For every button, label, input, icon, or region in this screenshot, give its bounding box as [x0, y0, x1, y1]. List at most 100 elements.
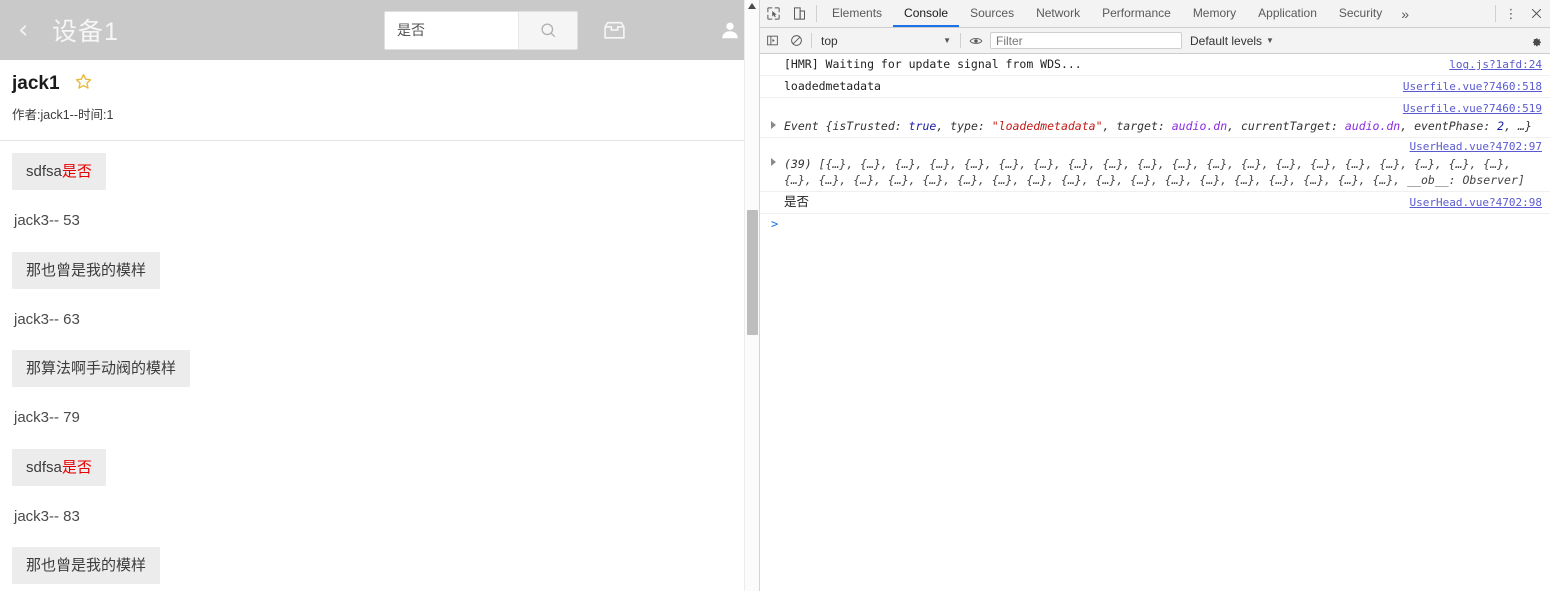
message-bubble: 那也曾是我的模样: [12, 547, 161, 585]
message-row: sdfsa是否: [12, 153, 759, 191]
inbox-button[interactable]: [602, 18, 627, 43]
device-toolbar-button[interactable]: [786, 0, 812, 27]
token-current-target: audio.dn: [1344, 119, 1401, 133]
console-source-link[interactable]: Userfile.vue?7460:518: [1403, 79, 1542, 94]
console-message: 是否 UserHead.vue?4702:98: [760, 192, 1550, 214]
live-expression-icon: [969, 37, 983, 44]
message-plain: jack3-- 83: [14, 507, 80, 525]
console-array-object: (39) [{…}, {…}, {…}, {…}, {…}, {…}, {…},…: [760, 141, 1544, 188]
execution-context-select[interactable]: top ▼: [815, 34, 957, 48]
log-levels-dropdown[interactable]: Default levels ▼: [1190, 34, 1274, 48]
console-message-text: 是否: [784, 195, 810, 209]
page-title: 设备1: [52, 18, 119, 46]
message-plain: jack3-- 53: [14, 212, 80, 230]
message-highlight: 是否: [61, 458, 92, 476]
console-message: [HMR] Waiting for update signal from WDS…: [760, 54, 1550, 76]
log-levels-label: Default levels: [1190, 33, 1263, 48]
devtools-tabbar-right: ⋮: [1491, 0, 1550, 27]
message-row: jack3-- 63: [12, 309, 759, 330]
console-message-text: loadedmetadata: [784, 79, 881, 93]
expand-triangle-icon[interactable]: [771, 121, 776, 129]
user-avatar-button[interactable]: [719, 19, 741, 41]
favorite-button[interactable]: [74, 72, 93, 95]
toolbar-divider-2: [1495, 5, 1496, 22]
more-vertical-icon[interactable]: ⋮: [1500, 0, 1522, 27]
console-output[interactable]: [HMR] Waiting for update signal from WDS…: [760, 54, 1550, 591]
tab-memory[interactable]: Memory: [1182, 0, 1247, 27]
inbox-icon: [604, 21, 625, 39]
toolbar-divider: [816, 5, 817, 22]
screen-root: ‹ 设备1 是否 jack1 作者:jack1--时间:1 sdfsa是否 ja…: [0, 0, 1550, 591]
app-header: ‹ 设备1: [0, 0, 759, 60]
token-target: audio.dn: [1171, 119, 1228, 133]
topic-name: jack1: [12, 72, 60, 94]
topic-meta: 作者:jack1--时间:1: [12, 108, 114, 122]
close-icon: [1531, 8, 1541, 19]
page-scrollbar[interactable]: [744, 0, 759, 591]
message-row: 那也曾是我的模样: [12, 251, 759, 289]
message-highlight: 是否: [61, 163, 92, 180]
execution-context-value: top: [821, 33, 838, 48]
message-row: jack3-- 53: [12, 210, 759, 231]
console-prompt[interactable]: >: [760, 214, 1550, 234]
chevron-left-icon[interactable]: ‹: [18, 17, 52, 43]
filterbar-divider-2: [960, 33, 961, 48]
message-list: sdfsa是否 jack3-- 53 那也曾是我的模样 jack3-- 63 那算法啊手…: [0, 141, 759, 585]
message-bubble: 那算法啊手动阀的模样: [12, 350, 191, 388]
tab-network[interactable]: Network: [1025, 0, 1091, 27]
chevron-down-icon-levels: ▼: [1266, 36, 1274, 45]
console-event-object: Event {isTrusted: true, type: "loadedmet…: [784, 119, 1532, 133]
console-source-link[interactable]: UserHead.vue?4702:98: [1410, 195, 1542, 210]
console-message-text: [HMR] Waiting for update signal from WDS…: [784, 57, 1082, 71]
message-plain: jack3-- 63: [14, 310, 80, 328]
devtools-tabbar: Elements Console Sources Network Performance…: [760, 0, 1550, 28]
message-row: jack3-- 83: [12, 506, 759, 527]
console-message: loadedmetadata Userfile.vue?7460:518: [760, 76, 1550, 98]
devtools-settings-button[interactable]: [1522, 34, 1550, 48]
message-bubble: sdfsa是否: [12, 448, 106, 486]
clear-console-icon: [790, 35, 802, 46]
console-source-link[interactable]: log.js?1afd:24: [1449, 57, 1542, 72]
token-event-phase: 2: [1497, 119, 1505, 133]
search-input[interactable]: [385, 11, 518, 49]
message-row: jack3-- 79: [12, 407, 759, 428]
scroll-up-arrow-icon[interactable]: [748, 3, 756, 9]
tab-security[interactable]: Security: [1328, 0, 1393, 27]
gear-icon: [1532, 37, 1541, 46]
message-bubble: sdfsa是否: [12, 153, 106, 191]
message-row: 那算法啊手动阀的模样: [12, 350, 759, 388]
topic-title-row: jack1: [12, 72, 759, 95]
search-button[interactable]: [518, 11, 577, 49]
tab-console[interactable]: Console: [893, 0, 960, 27]
chevron-double-right-icon[interactable]: »: [1393, 0, 1417, 27]
user-avatar-icon: [722, 22, 738, 39]
token-true: true: [908, 119, 937, 133]
scrollbar-thumb[interactable]: [747, 210, 758, 335]
message-bubble: 那也曾是我的模样: [12, 251, 161, 289]
star-icon: [75, 73, 91, 89]
console-message: UserHead.vue?4702:97 (39) [{…}, {…}, {…},…: [760, 138, 1550, 192]
message-row: 那也曾是我的模样: [12, 547, 759, 585]
tab-application[interactable]: Application: [1247, 0, 1328, 27]
chevron-down-icon: ▼: [943, 36, 951, 45]
console-source-link[interactable]: Userfile.vue?7460:519: [1403, 101, 1542, 116]
console-message: Event {isTrusted: true, type: "loadedmet…: [760, 98, 1550, 138]
web-app-pane: ‹ 设备1 是否 jack1 作者:jack1--时间:1 sdfsa是否 ja…: [0, 0, 760, 591]
console-filterbar: top ▼ Default levels ▼: [760, 28, 1550, 54]
live-expression-button[interactable]: [964, 34, 988, 48]
console-sidebar-icon: [766, 35, 778, 46]
tab-elements[interactable]: Elements: [821, 0, 893, 27]
tab-performance[interactable]: Performance: [1091, 0, 1182, 27]
token-type: "loadedmetadata": [991, 119, 1103, 133]
console-filter-input[interactable]: [990, 32, 1182, 49]
tab-sources[interactable]: Sources: [959, 0, 1025, 27]
filterbar-divider: [811, 33, 812, 48]
device-toolbar-icon: [793, 7, 805, 20]
clear-console-button[interactable]: [784, 34, 808, 47]
devtools-tabs: Elements Console Sources Network Performance…: [821, 0, 1491, 27]
search-box: [384, 10, 578, 50]
inspect-element-button[interactable]: [760, 0, 786, 27]
close-button[interactable]: [1522, 0, 1550, 27]
topic-header: jack1 作者:jack1--时间:1: [0, 60, 759, 129]
console-sidebar-button[interactable]: [760, 34, 784, 47]
